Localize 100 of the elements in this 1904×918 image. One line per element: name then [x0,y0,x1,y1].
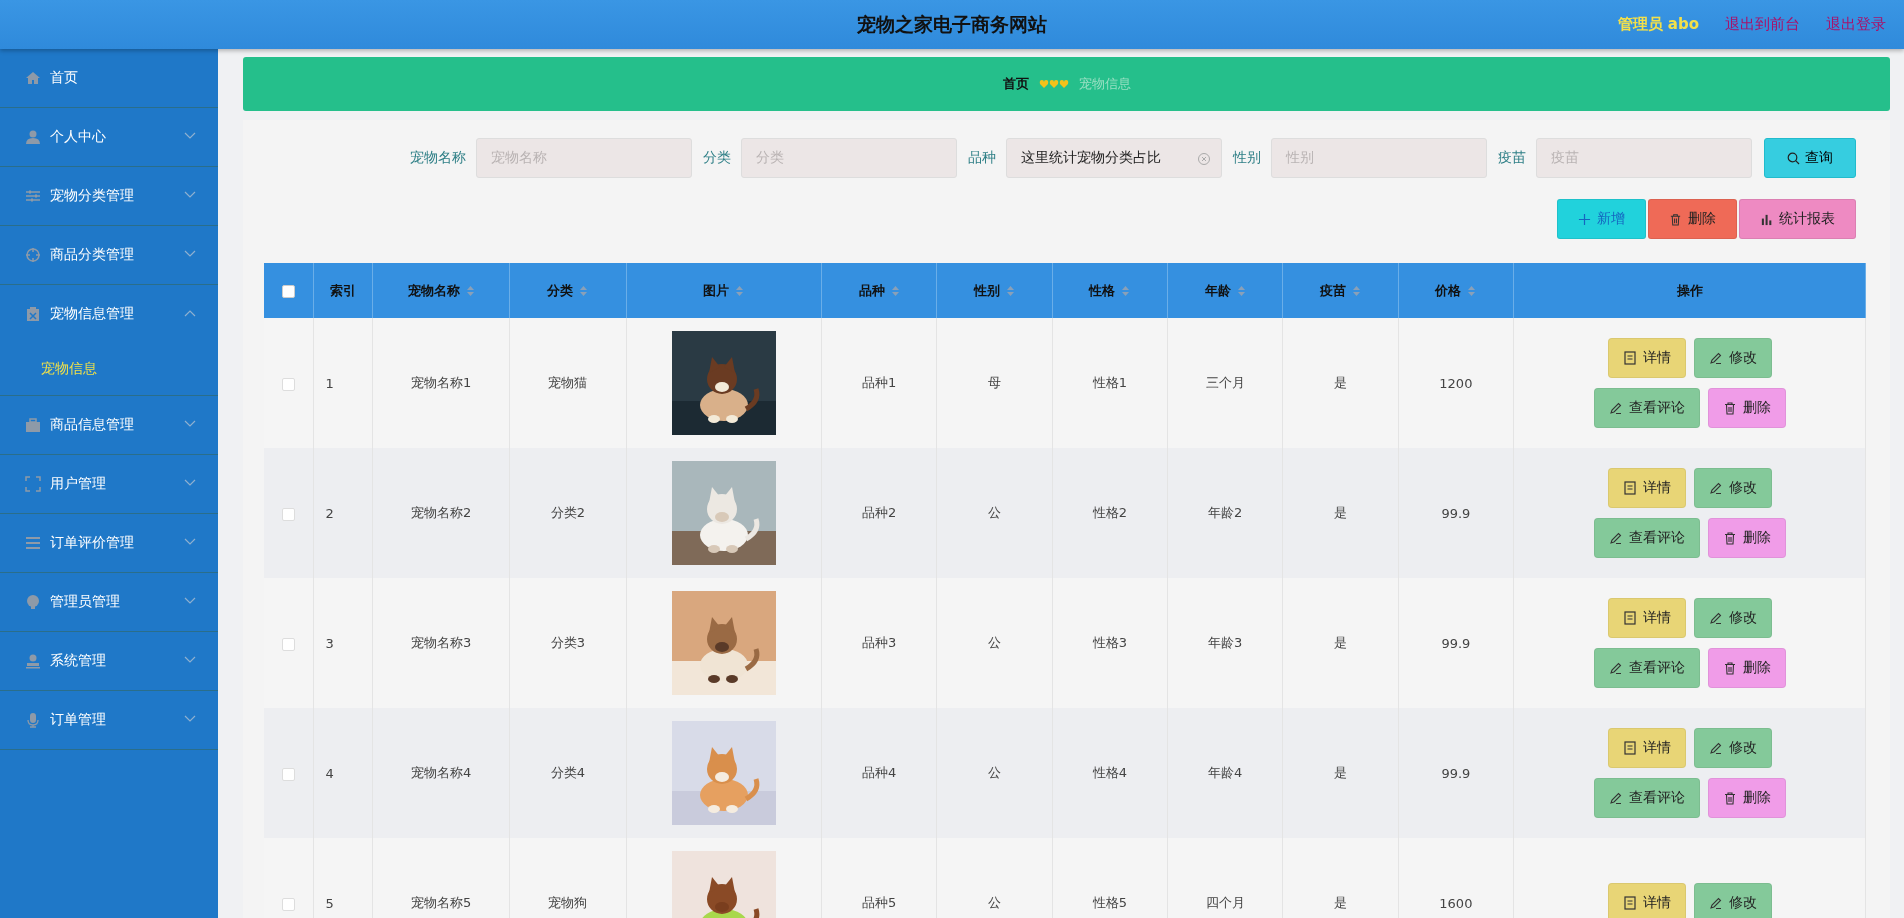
delete-button[interactable]: 删除 [1707,518,1786,558]
details-button[interactable]: 详情 [1607,468,1686,508]
edit-button[interactable]: 修改 [1693,883,1772,918]
checkbox[interactable] [281,285,295,298]
add-button[interactable]: 新增 [1557,199,1646,239]
details-button[interactable]: 详情 [1607,728,1686,768]
edit-button[interactable]: 修改 [1693,598,1772,638]
details-button[interactable]: 详情 [1607,598,1686,638]
menu-item-icon [25,476,41,492]
menu-item-icon [25,247,41,263]
table-cell: 宠物名称4 [410,765,472,780]
sort-icon[interactable] [1467,284,1477,297]
sort-icon[interactable] [1352,284,1361,297]
comments-button[interactable]: 查看评论 [1593,388,1700,428]
table-cell: 99.9 [1441,765,1471,781]
table-cell: 性格5 [1092,895,1127,910]
table-cell: 年龄3 [1208,635,1243,650]
pencil-icon [1608,531,1623,545]
table-cell: 4 [325,765,334,781]
column-header: 索引 [329,281,356,300]
details-button[interactable]: 详情 [1607,883,1686,918]
sidebar-item[interactable]: 用户管理 [0,455,218,514]
edit-button[interactable]: 修改 [1693,338,1772,378]
menu-item-icon [25,70,41,86]
sort-icon[interactable] [1121,284,1131,297]
checkbox[interactable] [281,637,295,651]
breadcrumb-item: 宠物信息 [1078,75,1131,93]
sort-icon[interactable] [1236,284,1246,297]
chevron-down-icon [184,191,196,199]
sort-icon[interactable] [1005,284,1015,297]
document-icon [1622,741,1637,755]
sort-icon[interactable] [579,284,589,297]
delete-button[interactable]: 删除 [1707,648,1786,688]
column-header[interactable]: 价格 [1435,281,1462,300]
sidebar-item[interactable]: 系统管理 [0,632,218,691]
filter-label: 分类 [703,149,731,167]
filter-field[interactable]: 这里统计宠物分类占比 [1006,138,1222,178]
table-cell: 1200 [1439,375,1473,391]
details-button[interactable]: 详情 [1607,338,1686,378]
search-button[interactable]: 查询 [1764,138,1856,178]
table-cell: 宠物名称1 [410,375,472,390]
sidebar-item[interactable]: 订单管理 [0,691,218,750]
filter-label: 宠物名称 [410,149,466,167]
delete-button[interactable]: 删除 [1707,388,1786,428]
delete-button[interactable]: 删除 [1648,199,1737,239]
comments-button[interactable]: 查看评论 [1593,778,1700,818]
checkbox[interactable] [281,767,295,781]
trash-icon [1722,401,1737,415]
sidebar-item[interactable]: 首页 [0,49,218,108]
table-cell: 2 [325,505,334,521]
chevron-down-icon [184,250,196,258]
table-cell: 品种5 [861,895,897,910]
sidebar-subitem[interactable]: 宠物信息 [0,343,218,395]
report-button[interactable]: 统计报表 [1739,199,1856,239]
chevron-down-icon [184,538,196,546]
chevron-down-icon [184,132,196,140]
trash-icon [1722,531,1737,545]
sort-icon[interactable] [735,284,745,297]
column-header[interactable]: 性格 [1089,281,1116,300]
pencil-icon [1608,661,1623,675]
pencil-icon [1708,481,1723,495]
site-title: 宠物之家电子商务网站 [857,11,1047,37]
search-icon [1787,151,1800,165]
checkbox[interactable] [281,507,295,521]
sidebar-item[interactable]: 商品信息管理 [0,396,218,455]
delete-button[interactable]: 删除 [1707,778,1786,818]
edit-button[interactable]: 修改 [1693,468,1772,508]
menu-item-icon [25,653,41,669]
comments-button[interactable]: 查看评论 [1593,648,1700,688]
table-cell: 四个月 [1205,895,1245,910]
column-header[interactable]: 宠物名称 [407,281,460,300]
column-header[interactable]: 年龄 [1204,281,1231,300]
sidebar-item[interactable]: 订单评价管理 [0,514,218,573]
table-cell: 宠物名称2 [410,505,472,520]
column-header[interactable]: 图片 [703,281,730,300]
table-cell: 性格3 [1092,635,1127,650]
column-header[interactable]: 分类 [547,281,574,300]
column-header[interactable]: 疫苗 [1320,281,1346,300]
sidebar-item[interactable]: 商品分类管理 [0,226,218,285]
table-cell: 性格2 [1092,505,1127,520]
menu-item-icon [25,535,41,551]
sidebar-item[interactable]: 管理员管理 [0,573,218,632]
table-cell: 品种1 [861,375,897,390]
sidebar-item[interactable]: 宠物分类管理 [0,167,218,226]
sidebar-item[interactable]: 个人中心 [0,108,218,167]
trash-icon [1722,791,1737,805]
column-header[interactable]: 品种 [858,281,885,300]
pencil-icon [1608,401,1623,415]
breadcrumb-item[interactable]: 首页 [1002,75,1029,93]
comments-button[interactable]: 查看评论 [1593,518,1700,558]
pencil-icon [1708,611,1723,625]
clear-icon[interactable] [1197,152,1211,166]
checkbox[interactable] [281,897,295,911]
sidebar-item[interactable]: 宠物信息管理 [0,285,218,343]
column-header[interactable]: 性别 [973,281,1000,300]
sort-icon[interactable] [465,284,475,297]
menu-item-icon [25,188,41,204]
checkbox[interactable] [281,377,295,391]
edit-button[interactable]: 修改 [1693,728,1772,768]
sort-icon[interactable] [890,284,900,297]
